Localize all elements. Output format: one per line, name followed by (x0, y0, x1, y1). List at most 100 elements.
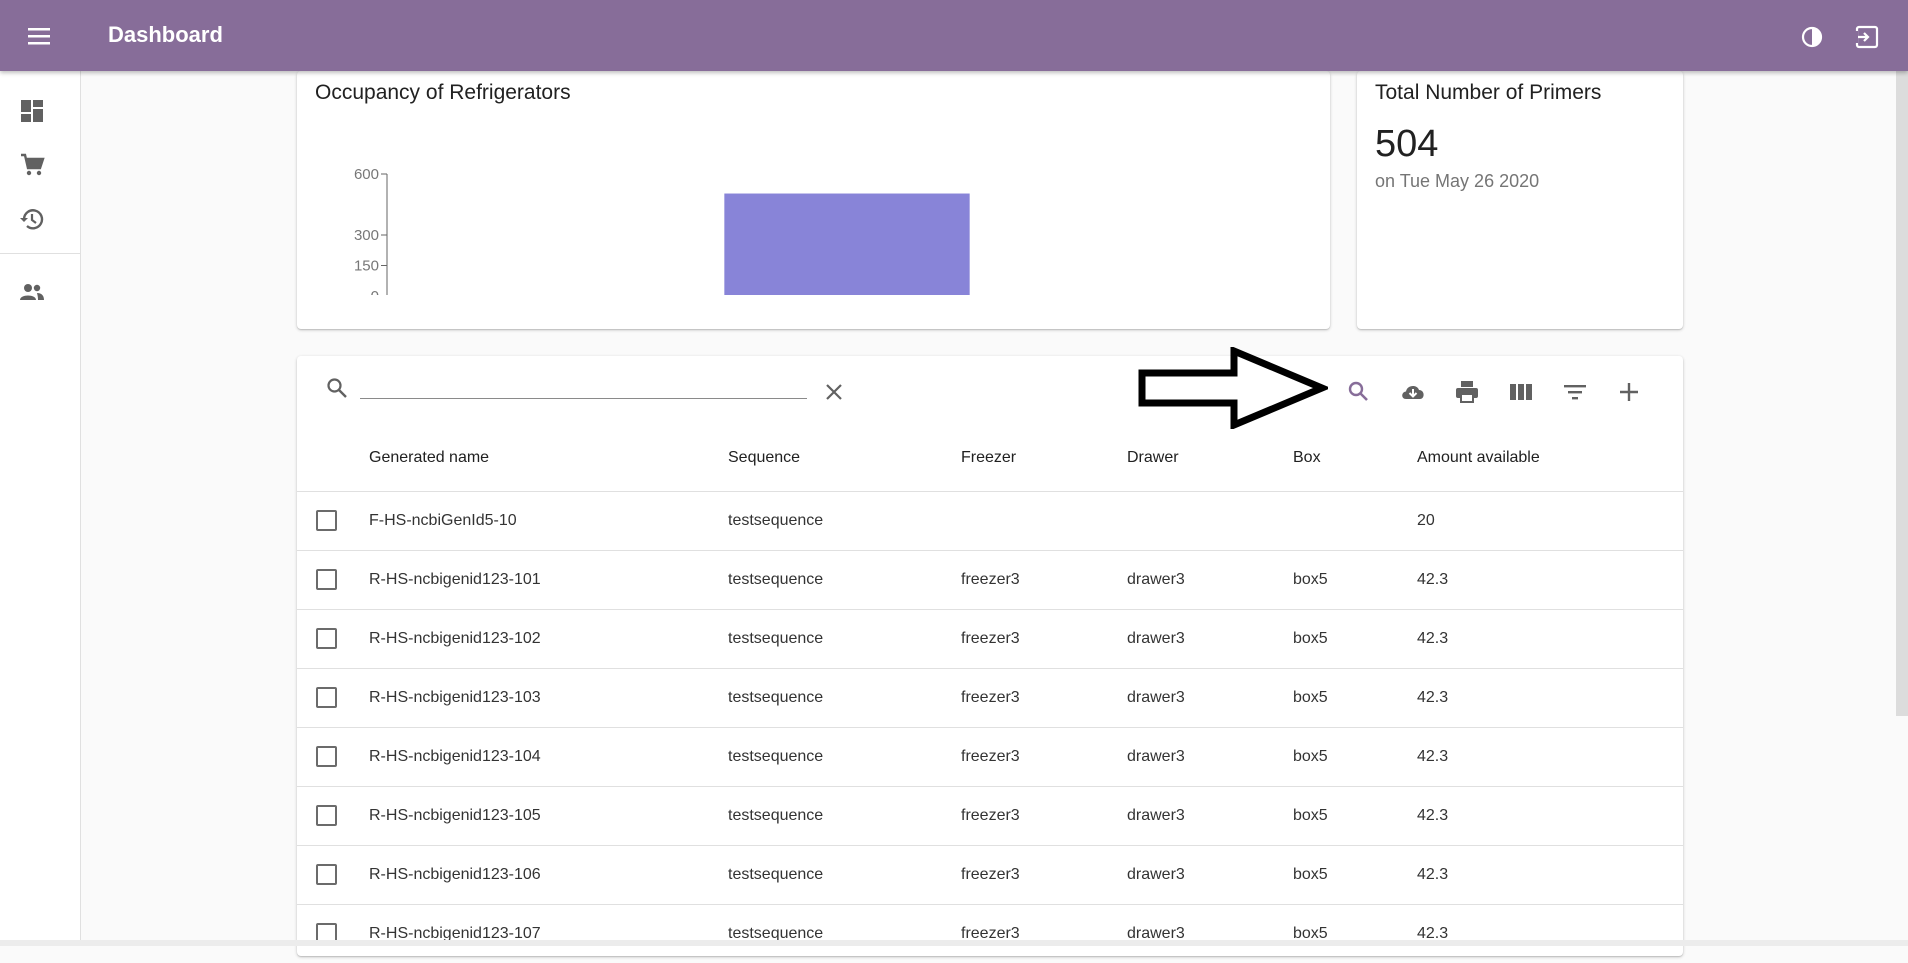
column-header-sequence[interactable]: Sequence (728, 449, 800, 467)
table-cell: R-HS-ncbigenid123-103 (369, 689, 541, 706)
table-cell: testsequence (728, 689, 824, 706)
sidebar-item-cart[interactable] (18, 151, 46, 179)
annotation-arrow-icon (1138, 347, 1328, 429)
y-tick-label: 0 (371, 288, 379, 295)
logout-button[interactable] (1852, 22, 1882, 52)
table-cell: drawer3 (1127, 866, 1185, 883)
table-cell: box5 (1293, 807, 1328, 824)
y-tick-label: 600 (354, 166, 379, 183)
table-cell: drawer3 (1127, 630, 1185, 647)
table-cell: R-HS-ncbigenid123-104 (369, 748, 541, 765)
column-header-generated-name[interactable]: Generated name (369, 449, 489, 467)
primers-table-card: Generated name Sequence Freezer Drawer B… (297, 356, 1683, 956)
table-cell: freezer3 (961, 866, 1020, 883)
column-header-freezer[interactable]: Freezer (961, 449, 1016, 467)
table-cell: freezer3 (961, 748, 1020, 765)
menu-icon (28, 28, 50, 45)
contrast-icon (1801, 26, 1823, 48)
row-checkbox[interactable] (316, 864, 337, 885)
primers-date: on Tue May 26 2020 (1375, 171, 1540, 191)
table-cell: 42.3 (1417, 630, 1449, 647)
occupancy-chart-card: Occupancy of Refrigerators 0150300600fre… (297, 71, 1330, 329)
toolbar-search-button[interactable] (1345, 378, 1373, 406)
sidebar-item-users[interactable] (18, 278, 46, 306)
print-icon (1456, 381, 1478, 403)
table-cell: 42.3 (1417, 866, 1449, 883)
table-row[interactable]: R-HS-ncbigenid123-101 testsequence freezer… (297, 550, 1683, 609)
add-row-button[interactable] (1615, 378, 1643, 406)
table-row[interactable]: R-HS-ncbigenid123-102 testsequence freezer… (297, 609, 1683, 668)
column-header-amount-available[interactable]: Amount available (1417, 449, 1540, 467)
table-row[interactable]: R-HS-ncbigenid123-106 testsequence freezer… (297, 845, 1683, 904)
row-checkbox[interactable] (316, 628, 337, 649)
search-underline (360, 398, 807, 399)
search-icon (1348, 381, 1368, 401)
table-row[interactable]: F-HS-ncbiGenId5-10 testsequence 20 (297, 491, 1683, 550)
table-cell: 42.3 (1417, 689, 1449, 706)
page-title: Dashboard (108, 22, 223, 47)
table-cell: box5 (1293, 689, 1328, 706)
columns-icon (1510, 384, 1532, 400)
table-cell: testsequence (728, 630, 824, 647)
row-checkbox[interactable] (316, 569, 337, 590)
sidebar-item-history[interactable] (18, 205, 46, 233)
table-cell: testsequence (728, 512, 824, 529)
print-button[interactable] (1453, 378, 1481, 406)
sidebar-divider (0, 253, 80, 254)
download-button[interactable] (1399, 378, 1427, 406)
row-checkbox[interactable] (316, 746, 337, 767)
table-cell: drawer3 (1127, 689, 1185, 706)
clear-search-button[interactable] (822, 380, 850, 408)
table-row[interactable]: R-HS-ncbigenid123-104 testsequence freezer… (297, 727, 1683, 786)
table-cell: R-HS-ncbigenid123-105 (369, 807, 541, 824)
bar (724, 193, 970, 295)
filter-button[interactable] (1561, 378, 1589, 406)
table-cell: freezer3 (961, 571, 1020, 588)
table-cell: box5 (1293, 866, 1328, 883)
table-cell: F-HS-ncbiGenId5-10 (369, 512, 517, 529)
table-row[interactable]: R-HS-ncbigenid123-103 testsequence freezer… (297, 668, 1683, 727)
app-bar: Dashboard (0, 0, 1908, 71)
table-cell: box5 (1293, 571, 1328, 588)
table-cell: testsequence (728, 571, 824, 588)
add-icon (1620, 383, 1638, 401)
horizontal-scrollbar[interactable] (0, 940, 1908, 946)
primers-card-title: Total Number of Primers (1375, 81, 1602, 104)
table-cell: freezer3 (961, 689, 1020, 706)
table-cell: freezer3 (961, 807, 1020, 824)
table-cell: R-HS-ncbigenid123-101 (369, 571, 541, 588)
search-input[interactable] (360, 372, 807, 398)
cart-icon (21, 153, 45, 176)
table-cell: 20 (1417, 512, 1435, 529)
cloud-download-icon (1402, 386, 1424, 399)
table-cell: freezer3 (961, 630, 1020, 647)
sidebar-item-dashboard[interactable] (18, 97, 46, 125)
column-header-drawer[interactable]: Drawer (1127, 449, 1179, 467)
close-icon (826, 384, 842, 400)
table-cell: R-HS-ncbigenid123-102 (369, 630, 541, 647)
table-cell: 42.3 (1417, 571, 1449, 588)
primers-total-card: Total Number of Primers 504 on Tue May 2… (1357, 71, 1683, 329)
y-tick-label: 300 (354, 227, 379, 244)
table-row[interactable]: R-HS-ncbigenid123-105 testsequence freezer… (297, 786, 1683, 845)
history-icon (20, 209, 44, 230)
occupancy-bar-chart: 0150300600freezer3nekinekinum (354, 166, 970, 295)
table-cell: R-HS-ncbigenid123-106 (369, 866, 541, 883)
people-icon (20, 284, 44, 300)
table-cell: box5 (1293, 748, 1328, 765)
table-cell: 42.3 (1417, 748, 1449, 765)
row-checkbox[interactable] (316, 687, 337, 708)
row-checkbox[interactable] (316, 805, 337, 826)
table-row[interactable]: R-HS-ncbigenid123-107 testsequence freezer… (297, 904, 1683, 963)
y-tick-label: 150 (354, 258, 379, 275)
theme-toggle-button[interactable] (1797, 22, 1827, 52)
columns-button[interactable] (1507, 378, 1535, 406)
menu-button[interactable] (24, 22, 56, 50)
table-cell: drawer3 (1127, 748, 1185, 765)
sidebar (0, 71, 81, 946)
page-scrollbar[interactable] (1896, 71, 1908, 716)
table-cell: drawer3 (1127, 571, 1185, 588)
row-checkbox[interactable] (316, 510, 337, 531)
column-header-box[interactable]: Box (1293, 449, 1321, 467)
table-cell: drawer3 (1127, 807, 1185, 824)
